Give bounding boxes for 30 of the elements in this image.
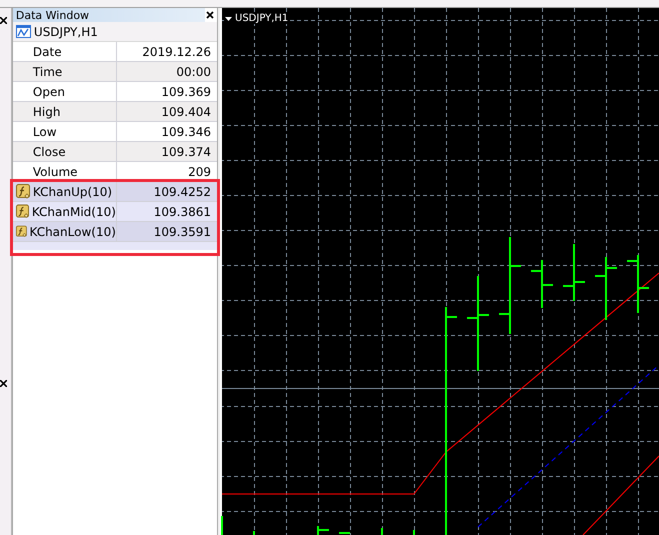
row-value: 109.404 [161, 104, 211, 118]
row-value: 00:00 [176, 64, 211, 78]
row-label: KChanLow(10) [29, 224, 116, 238]
close-icon[interactable] [206, 11, 214, 19]
close-icon[interactable] [0, 380, 7, 387]
row-value: 109.374 [161, 144, 211, 158]
row-value: 109.346 [161, 124, 211, 138]
function-icon [16, 184, 31, 199]
row-value: 109.369 [161, 84, 211, 98]
row-value: 109.3591 [154, 224, 211, 238]
function-icon [16, 224, 28, 239]
close-icon[interactable] [0, 17, 7, 24]
symbol-label: USDJPY,H1 [34, 24, 98, 38]
panel-title: Data Window [16, 8, 90, 22]
row-label: KChanUp(10) [32, 184, 112, 198]
row-label: Close [32, 144, 66, 158]
chart-title: USDJPY,H1 [235, 13, 288, 24]
row-value: 209 [188, 164, 211, 178]
function-icon [16, 204, 30, 219]
row-label: Date [32, 44, 62, 58]
row-label: Low [32, 124, 57, 138]
row-label: KChanMid(10) [32, 204, 116, 218]
row-label: Time [32, 64, 62, 78]
row-value: 109.4252 [154, 184, 211, 198]
row-label: Volume [32, 164, 78, 178]
row-label: High [32, 104, 60, 118]
row-label: Open [32, 84, 65, 98]
row-value: 109.3861 [154, 204, 211, 218]
dropdown-icon[interactable] [225, 16, 232, 20]
row-value: 2019.12.26 [142, 44, 211, 58]
